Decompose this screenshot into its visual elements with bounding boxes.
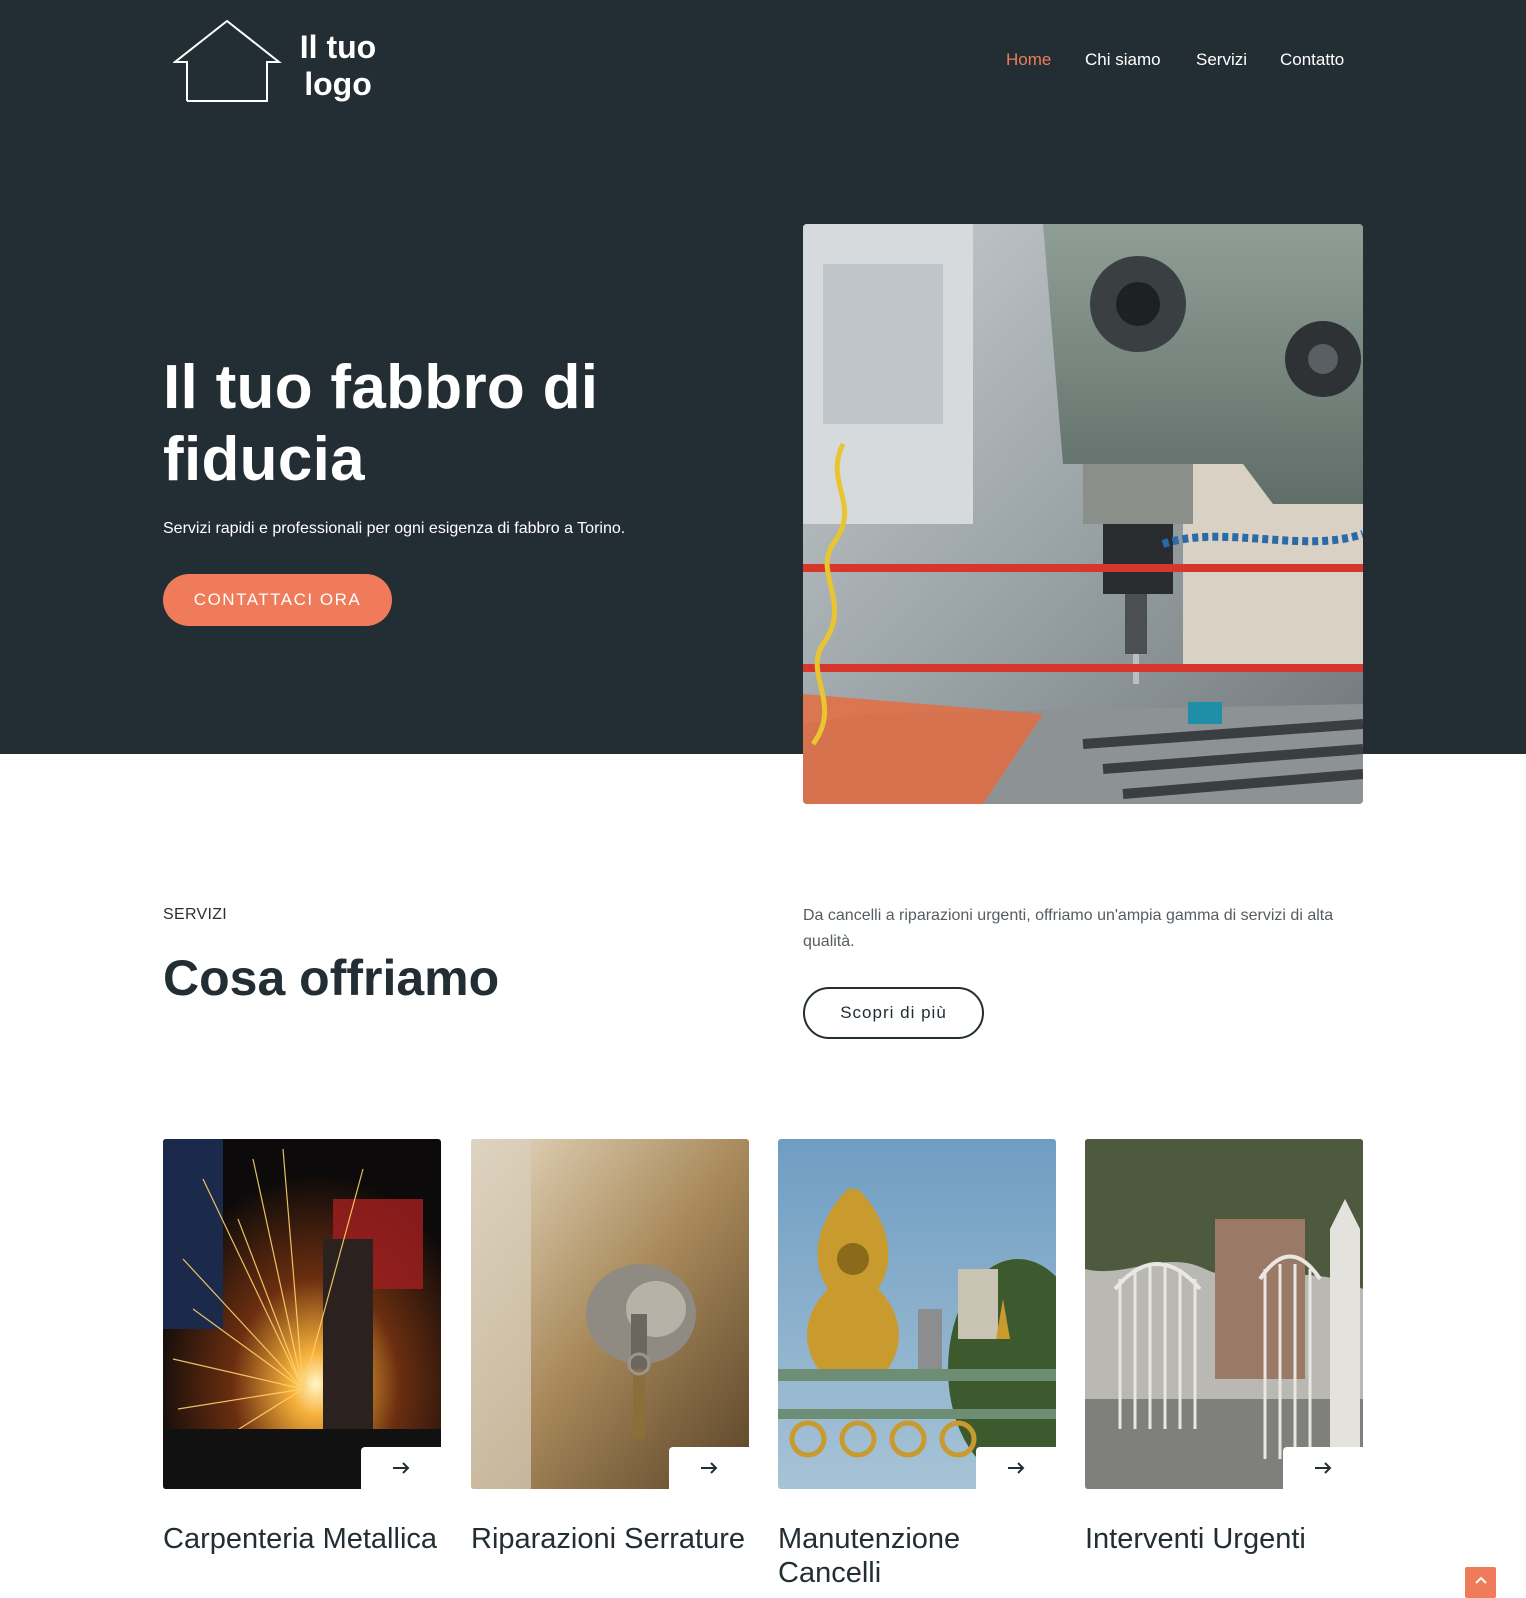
hero-title-line-2: fiducia	[163, 425, 365, 494]
nav-contatto[interactable]: Contatto	[1280, 50, 1344, 74]
scroll-to-top-button[interactable]	[1465, 1567, 1496, 1598]
card-arrow-button[interactable]	[1283, 1447, 1363, 1489]
nav-home[interactable]: Home	[1006, 50, 1051, 74]
arrow-right-icon	[1008, 1462, 1025, 1474]
card-arrow-button[interactable]	[361, 1447, 441, 1489]
hero-subtitle: Servizi rapidi e professionali per ogni …	[163, 520, 626, 537]
card-title[interactable]: Carpenteria Metallica	[163, 1522, 453, 1556]
contact-now-button[interactable]: CONTATTACI ORA	[163, 574, 392, 626]
hero-image-milling-machine	[803, 224, 1363, 804]
nav-servizi[interactable]: Servizi	[1196, 50, 1247, 74]
nav-chi-siamo[interactable]: Chi siamo	[1085, 50, 1161, 74]
card-title[interactable]: Manutenzione Cancelli	[778, 1522, 1068, 1590]
arrow-right-icon	[1315, 1462, 1332, 1474]
card-image-white-gate	[1085, 1139, 1363, 1489]
hero-title: Il tuo fabbro di fiducia	[163, 352, 683, 496]
chevron-up-icon	[1474, 1576, 1487, 1584]
card-image-door-knob-key	[471, 1139, 749, 1489]
card-image-welding-sparks	[163, 1139, 441, 1489]
card-title[interactable]: Interventi Urgenti	[1085, 1522, 1375, 1556]
hero-title-line-1: Il tuo fabbro di	[163, 353, 599, 422]
site-logo[interactable]: Il tuo logo	[173, 19, 385, 105]
services-title: Cosa offriamo	[163, 950, 500, 1006]
card-title[interactable]: Riparazioni Serrature	[471, 1522, 761, 1556]
card-arrow-button[interactable]	[669, 1447, 749, 1489]
services-eyebrow: SERVIZI	[163, 906, 228, 923]
logo-text: Il tuo logo	[293, 29, 383, 103]
logo-line-1: Il tuo	[299, 29, 377, 65]
services-description: Da cancelli a riparazioni urgenti, offri…	[803, 907, 1334, 950]
logo-line-2: logo	[304, 66, 372, 102]
card-arrow-button[interactable]	[976, 1447, 1056, 1489]
arrow-right-icon	[393, 1462, 410, 1474]
discover-more-button[interactable]: Scopri di più	[803, 987, 984, 1039]
house-logo-icon	[173, 19, 282, 102]
arrow-right-icon	[701, 1462, 718, 1474]
card-image-ornate-gate	[778, 1139, 1056, 1489]
